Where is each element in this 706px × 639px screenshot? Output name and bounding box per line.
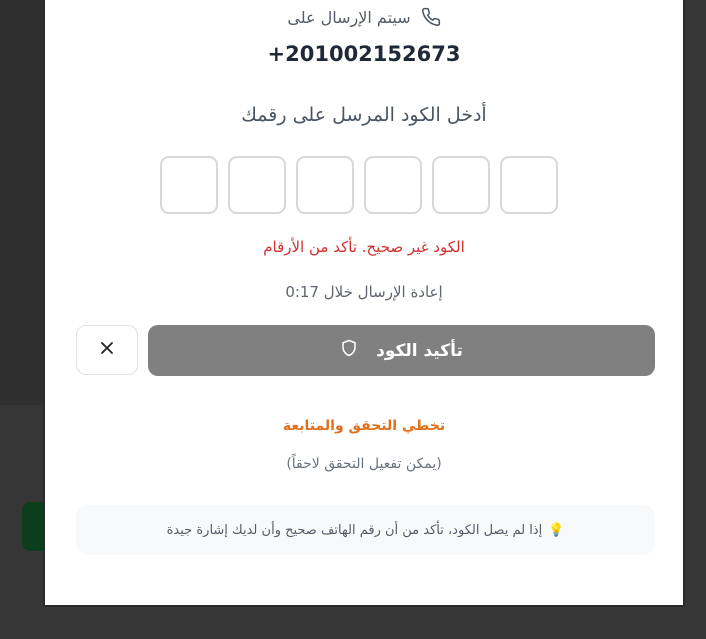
otp-input-group (160, 156, 558, 214)
cancel-button[interactable] (76, 325, 138, 375)
lightbulb-icon: 💡 (548, 522, 565, 538)
phone-icon (421, 7, 441, 27)
confirm-code-label: تأكيد الكود (376, 340, 463, 361)
confirm-code-button[interactable]: تأكيد الكود (148, 325, 655, 376)
tip-text: إذا لم يصل الكود، تأكد من أن رقم الهاتف … (166, 522, 543, 538)
otp-digit-input[interactable] (364, 156, 422, 214)
otp-digit-input[interactable] (160, 156, 218, 214)
send-to-row: سيتم الإرسال على (45, 7, 683, 27)
error-message: الكود غير صحيح. تأكد من الأرقام (263, 238, 465, 256)
otp-digit-input[interactable] (296, 156, 354, 214)
otp-digit-input[interactable] (432, 156, 490, 214)
skip-note: (يمكن تفعيل التحقق لاحقاً) (286, 456, 442, 472)
phone-number: +201002152673 (267, 42, 461, 66)
code-prompt: أدخل الكود المرسل على رقمك (241, 104, 487, 126)
close-icon (99, 340, 115, 360)
send-to-label: سيتم الإرسال على (287, 7, 411, 27)
verification-modal: سيتم الإرسال على +201002152673 أدخل الكو… (43, 0, 685, 607)
otp-digit-input[interactable] (500, 156, 558, 214)
shield-icon (340, 339, 358, 362)
tip-box: 💡 إذا لم يصل الكود، تأكد من أن رقم الهات… (76, 505, 655, 555)
resend-countdown: إعادة الإرسال خلال 0:17 (285, 283, 443, 301)
otp-digit-input[interactable] (228, 156, 286, 214)
skip-verification-link[interactable]: تخطي التحقق والمتابعة (45, 418, 683, 434)
